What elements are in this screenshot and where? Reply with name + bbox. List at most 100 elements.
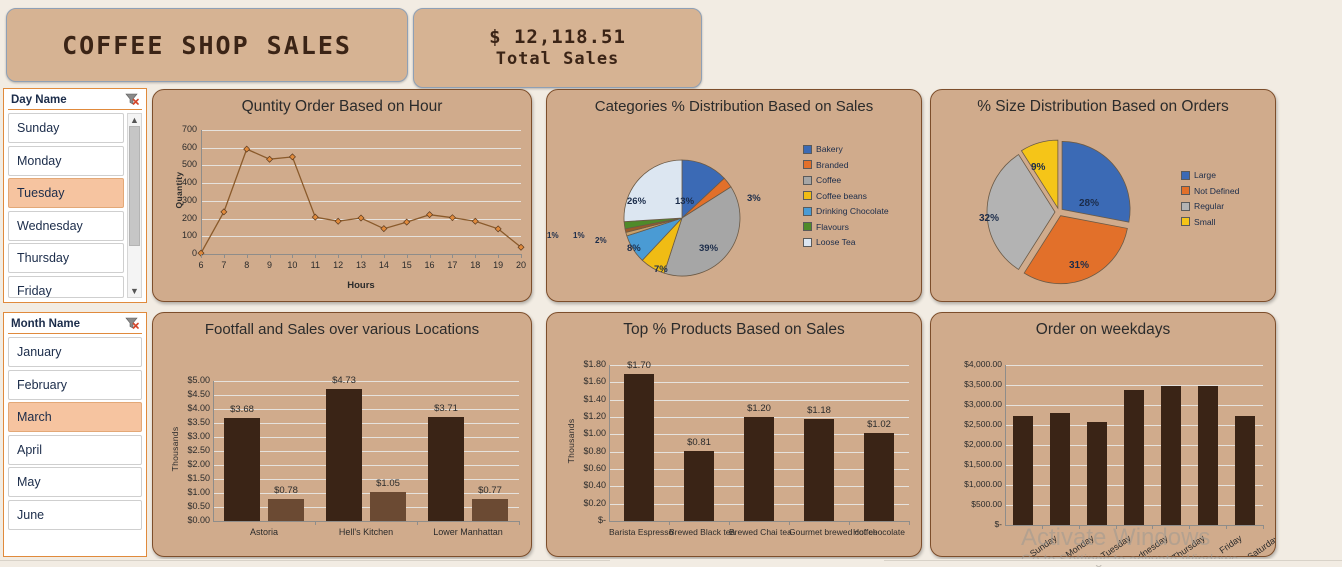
- legend-label: Coffee beans: [816, 190, 867, 201]
- bar-1-0: [1050, 413, 1071, 525]
- legend-swatch-5: [803, 222, 812, 231]
- slicer-item-march[interactable]: March: [8, 402, 142, 432]
- slicer-day-scrollbar[interactable]: ▲ ▼: [127, 113, 142, 298]
- bar-value-label: $4.73: [332, 374, 356, 386]
- pie-slice-label: 8%: [627, 243, 641, 254]
- slicer-item-wednesday[interactable]: Wednesday: [8, 210, 124, 241]
- plot-area-quantity-by-hour: 0 100 200 300 400 500 600 700 6 7 8 9 10 11 12 13 14 15 16…: [153, 118, 531, 298]
- bar-value-label: $0.78: [274, 485, 298, 497]
- x-category-label: Hot chocolate: [853, 527, 905, 537]
- bar-value-label: $3.68: [230, 403, 254, 415]
- x-tick: [338, 254, 340, 258]
- dashboard-title-banner: COFFEE SHOP SALES: [6, 8, 408, 82]
- slicer-item-june[interactable]: June: [8, 499, 142, 530]
- slicer-day-name[interactable]: Day Name Sunday Monday Tuesday Wednesday…: [3, 88, 147, 303]
- legend-label: Bakery: [816, 144, 843, 154]
- x-tick: [849, 521, 850, 525]
- chart-panel-size-distribution: % Size Distribution Based on Orders 28% 3…: [930, 89, 1276, 302]
- total-sales-value: $ 12,118.51: [489, 25, 626, 48]
- bar-value-label: $0.81: [687, 436, 711, 448]
- bar-4-0: [1160, 385, 1181, 525]
- legend-swatch-2: [1181, 201, 1190, 211]
- y-tick-label: $1.80: [583, 359, 606, 369]
- x-tick: [519, 521, 520, 525]
- y-tick-label: $2,000.00: [964, 439, 1002, 449]
- y-tick-label: $4.50: [187, 389, 210, 399]
- y-tick-label: $5.00: [187, 375, 210, 385]
- slicer-item-thursday[interactable]: Thursday: [8, 243, 124, 273]
- x-tick-label: 14: [378, 260, 389, 270]
- legend-label: Large: [1194, 170, 1216, 180]
- x-tick: [1226, 525, 1228, 529]
- x-tick: [246, 254, 248, 258]
- plot-area-order-weekdays: $4,000.00 $3,500.00 $3,000.00 $2,500.00 $2,0…: [931, 343, 1275, 556]
- pie-slice-label: 31%: [1069, 260, 1090, 271]
- bottom-divider-left: [0, 560, 610, 561]
- legend-item: Coffee: [803, 175, 889, 185]
- x-tick-label: 16: [424, 260, 435, 270]
- scrollbar-thumb[interactable]: [129, 126, 140, 246]
- slicer-month-name[interactable]: Month Name January February March April …: [3, 312, 147, 557]
- legend-item: Regular: [1181, 201, 1239, 211]
- x-tick: [406, 254, 408, 258]
- slicer-item-january[interactable]: January: [8, 337, 142, 367]
- chart-legend: Bakery Branded Coffee Coffee beans Drinking …: [803, 144, 889, 253]
- x-tick: [269, 254, 271, 258]
- slicer-month-header: Month Name: [8, 316, 142, 334]
- bar-value-label: $1.18: [807, 404, 831, 416]
- scroll-up-arrow-icon[interactable]: ▲: [130, 114, 139, 126]
- slicer-item-friday[interactable]: Friday: [8, 275, 124, 298]
- total-sales-label: Total Sales: [495, 49, 620, 70]
- slicer-day-title: Day Name: [11, 93, 67, 106]
- x-tick: [417, 521, 418, 525]
- x-category-label: Brewed Black tea: [669, 527, 736, 537]
- pie-slice-label: 28%: [1079, 198, 1100, 209]
- legend-label: Regular: [1194, 201, 1225, 211]
- y-tick-label: $1.60: [583, 376, 606, 387]
- x-tick: [1152, 525, 1154, 529]
- chart-title-top-products: Top % Products Based on Sales: [623, 321, 845, 338]
- x-tick: [789, 521, 790, 525]
- bar-4-0: [864, 432, 894, 521]
- pie-slice-label: 39%: [699, 243, 719, 254]
- x-tick: [498, 254, 500, 258]
- chart-panel-categories-distribution: Categories % Distribution Based on Sales…: [546, 89, 922, 302]
- bar-2-0: [1087, 421, 1108, 525]
- slicer-item-may[interactable]: May: [8, 467, 142, 497]
- x-tick: [909, 521, 910, 525]
- x-tick: [223, 254, 225, 258]
- slicer-month-body: January February March April May June: [8, 337, 142, 530]
- slicer-item-tuesday[interactable]: Tuesday: [8, 178, 124, 208]
- legend-item: Flavours: [803, 222, 889, 232]
- scroll-down-arrow-icon[interactable]: ▼: [130, 285, 139, 297]
- y-tick-label: $-: [994, 519, 1002, 529]
- x-category-label: Astoria: [249, 527, 278, 537]
- x-tick-label: 11: [310, 260, 320, 270]
- bar-value-label: $1.70: [627, 359, 651, 371]
- gridline: [609, 399, 909, 401]
- x-tick: [1189, 525, 1191, 529]
- legend-swatch-1: [803, 160, 812, 169]
- dashboard-canvas: COFFEE SHOP SALES $ 12,118.51 Total Sale…: [0, 0, 1342, 567]
- y-tick-label: $0.40: [583, 480, 606, 491]
- x-tick-label: 10: [287, 260, 298, 270]
- x-tick: [729, 521, 730, 525]
- clear-filter-icon[interactable]: [125, 93, 139, 106]
- x-tick: [383, 254, 385, 258]
- clear-filter-icon[interactable]: [125, 317, 139, 330]
- slicer-item-february[interactable]: February: [8, 369, 142, 400]
- slicer-item-sunday[interactable]: Sunday: [8, 113, 124, 143]
- chart-panel-top-products: Top % Products Based on Sales $1.80 $1.60…: [546, 312, 922, 557]
- x-category-label: Brewed Chai tea: [729, 527, 792, 537]
- pie-slice-label: 7%: [654, 264, 668, 275]
- bar-1-1: [370, 491, 406, 521]
- slicer-item-april[interactable]: April: [8, 434, 142, 465]
- x-tick: [429, 254, 431, 258]
- x-tick: [315, 254, 317, 258]
- x-category-label: Lower Manhattan: [433, 527, 503, 537]
- legend-label: Branded: [816, 159, 849, 170]
- bar-6-0: [1234, 415, 1255, 525]
- x-tick-label: 6: [198, 260, 204, 270]
- x-tick: [1041, 525, 1043, 529]
- slicer-item-monday[interactable]: Monday: [8, 145, 124, 176]
